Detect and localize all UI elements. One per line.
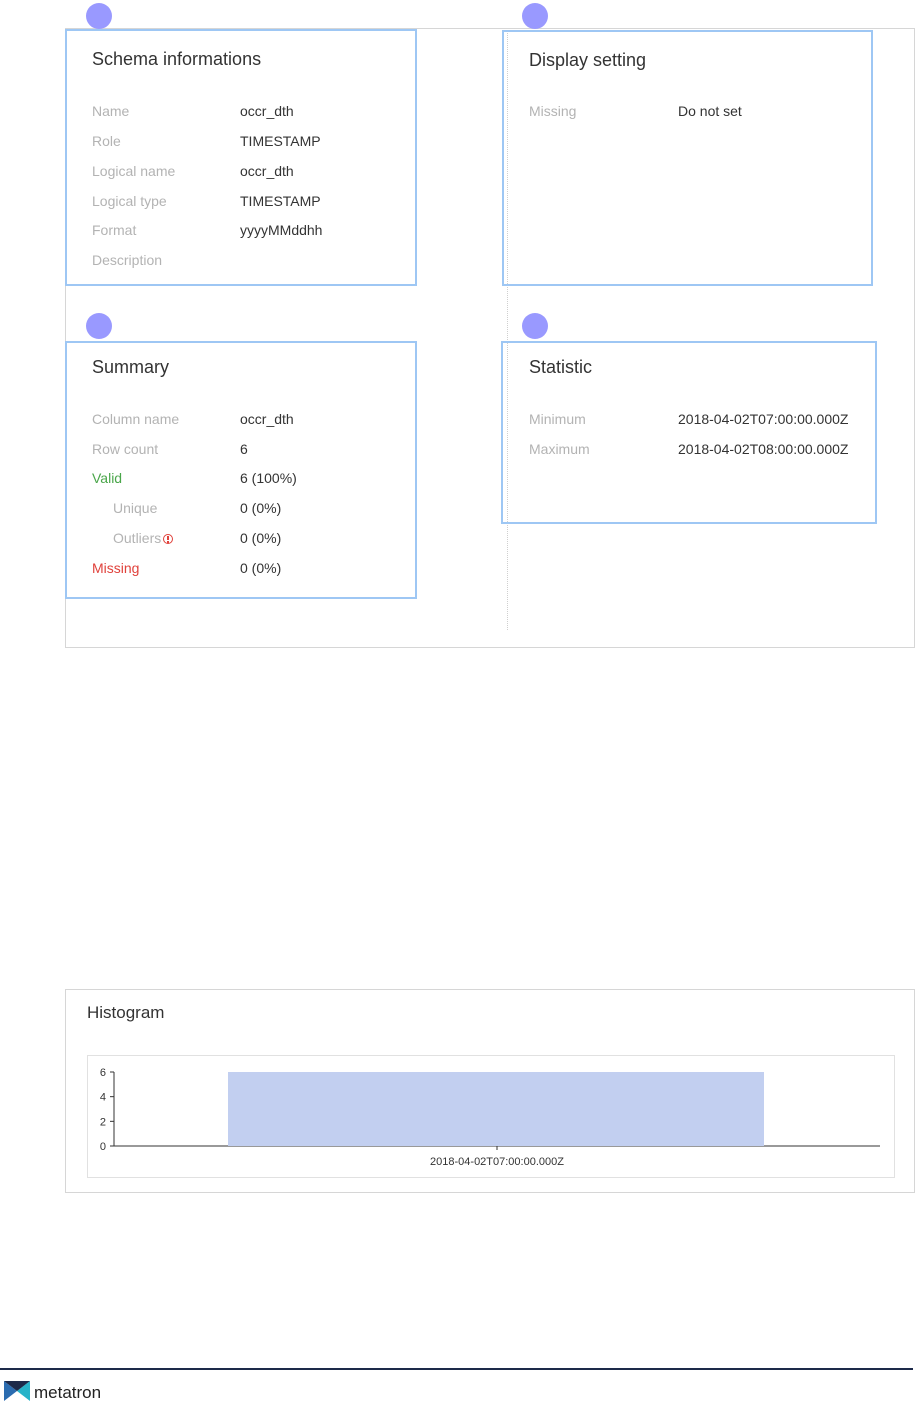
summary-value-missing: 0 (0%) xyxy=(240,560,282,576)
schema-title: Schema informations xyxy=(92,49,262,69)
histogram-bar xyxy=(228,1072,764,1146)
summary-label-column-name: Column name xyxy=(92,411,180,427)
metatron-logo-icon xyxy=(4,1381,30,1401)
schema-label-name: Name xyxy=(92,103,130,119)
summary-label-outliers-wrap: Outliers xyxy=(113,530,174,546)
annotation-badge xyxy=(522,313,548,339)
y-tick-label: 0 xyxy=(100,1141,106,1153)
footer-divider xyxy=(0,1368,913,1370)
summary-value-outliers: 0 (0%) xyxy=(240,530,282,546)
summary-value-unique: 0 (0%) xyxy=(240,500,282,516)
schema-value-logical-type: TIMESTAMP xyxy=(240,193,321,209)
summary-title: Summary xyxy=(92,357,170,377)
annotation-badge xyxy=(522,3,548,29)
footer-brand: metatron xyxy=(34,1383,102,1402)
display-label-missing: Missing xyxy=(529,103,577,119)
schema-label-logical-type: Logical type xyxy=(92,193,167,209)
annotation-badge xyxy=(86,313,112,339)
y-tick-label: 4 xyxy=(100,1092,106,1104)
schema-value-role: TIMESTAMP xyxy=(240,133,321,149)
summary-label-unique: Unique xyxy=(113,500,158,516)
alert-circle-icon[interactable] xyxy=(163,534,174,544)
summary-label-row-count: Row count xyxy=(92,441,159,457)
summary-label-outliers: Outliers xyxy=(113,530,162,546)
statistic-label-minimum: Minimum xyxy=(529,411,586,427)
schema-label-description: Description xyxy=(92,252,163,268)
histogram-title: Histogram xyxy=(87,1003,165,1022)
annotation-badge xyxy=(86,3,112,29)
y-tick-label: 2 xyxy=(100,1116,106,1128)
statistic-label-maximum: Maximum xyxy=(529,441,590,457)
schema-label-role: Role xyxy=(92,133,121,149)
schema-label-format: Format xyxy=(92,222,137,238)
statistic-value-maximum: 2018-04-02T08:00:00.000Z xyxy=(678,441,849,457)
schema-value-format: yyyyMMddhh xyxy=(240,222,323,238)
summary-label-valid: Valid xyxy=(92,470,123,486)
display-title: Display setting xyxy=(529,50,647,70)
display-value-missing: Do not set xyxy=(678,103,742,119)
statistic-value-minimum: 2018-04-02T07:00:00.000Z xyxy=(678,411,849,427)
histogram-chart: 0 2 4 6 2018-04-02T07:00:00.000Z xyxy=(100,1067,880,1168)
schema-value-logical-name: occr_dth xyxy=(240,163,294,179)
summary-label-missing: Missing xyxy=(92,560,140,576)
x-tick-label: 2018-04-02T07:00:00.000Z xyxy=(430,1156,564,1168)
summary-value-row-count: 6 xyxy=(240,441,248,457)
schema-value-name: occr_dth xyxy=(240,103,294,119)
statistic-title: Statistic xyxy=(529,357,593,377)
summary-value-valid: 6 (100%) xyxy=(240,470,297,486)
summary-value-column-name: occr_dth xyxy=(240,411,294,427)
histogram-chart-area: 0 2 4 6 2018-04-02T07:00:00.000Z xyxy=(87,1055,895,1178)
schema-label-logical-name: Logical name xyxy=(92,163,176,179)
y-tick-label: 6 xyxy=(100,1067,106,1079)
